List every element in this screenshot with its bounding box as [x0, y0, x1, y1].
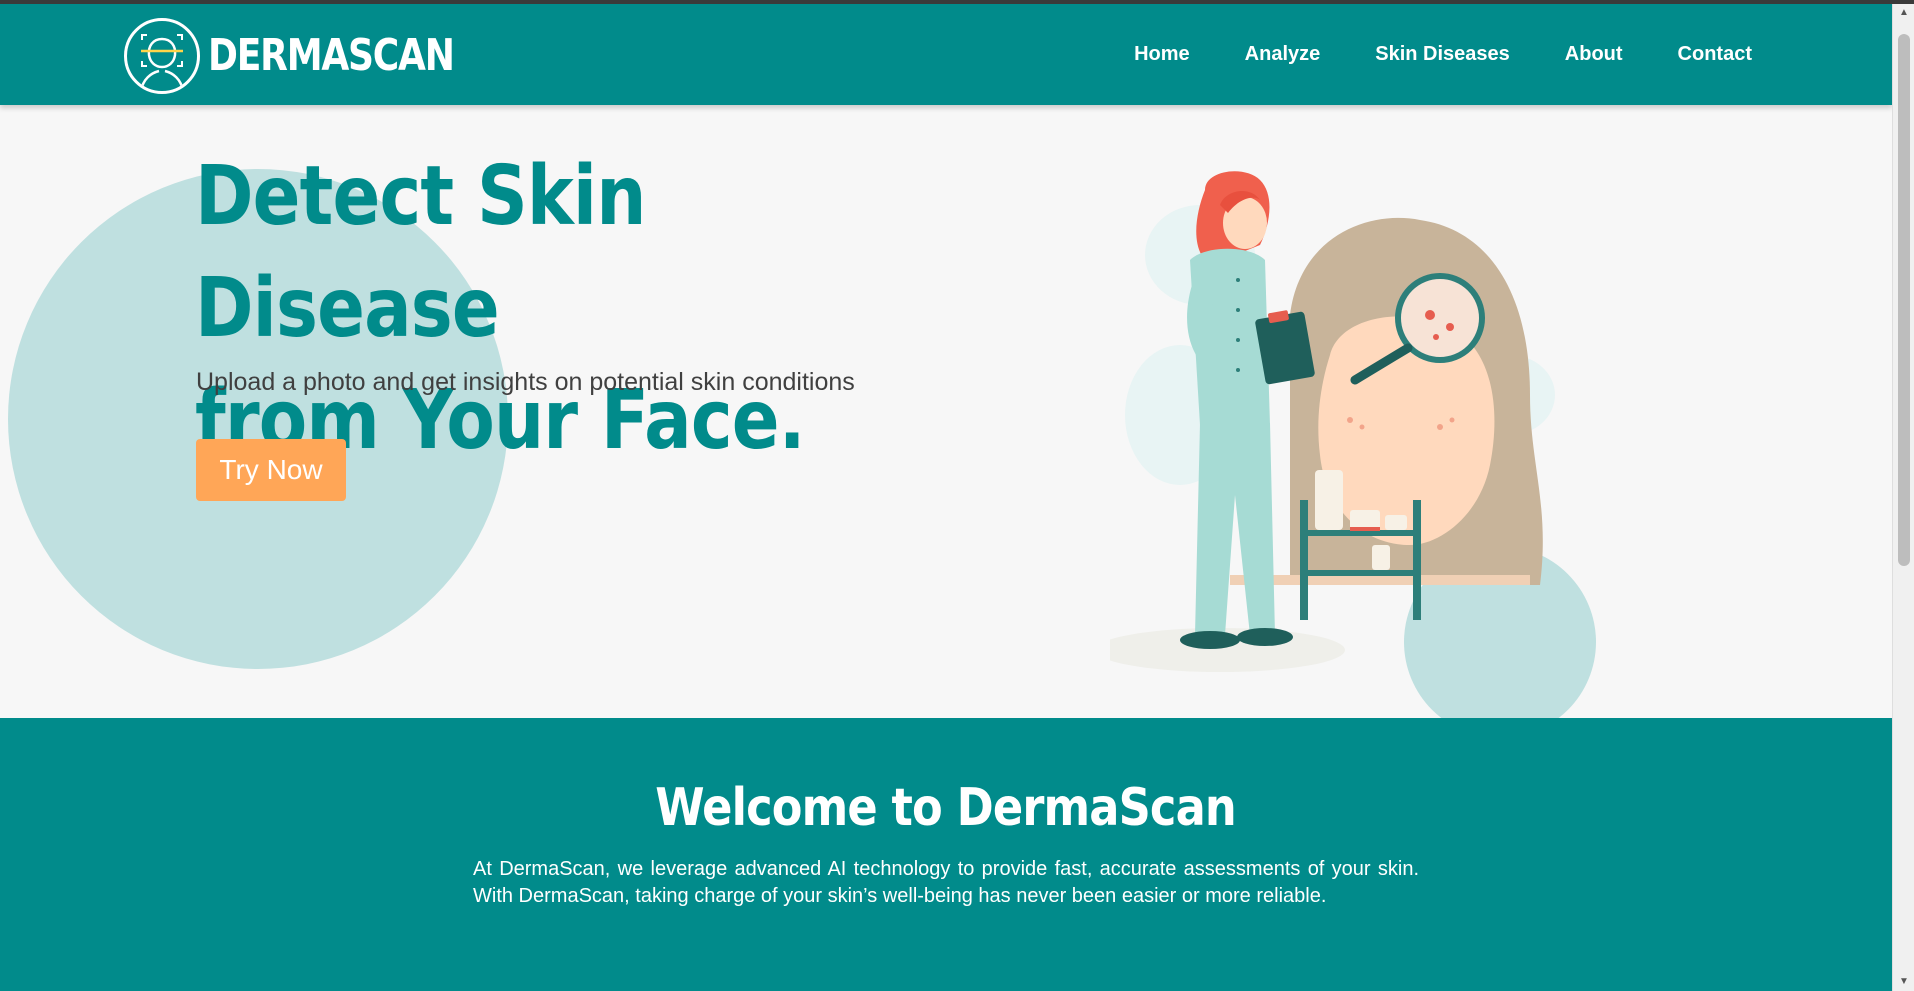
navbar: DERMASCAN Home Analyze Skin Diseases Abo…: [0, 4, 1892, 105]
nav-contact[interactable]: Contact: [1678, 43, 1752, 66]
scroll-down-arrow-icon[interactable]: ▼: [1893, 973, 1914, 991]
nav-skin-diseases[interactable]: Skin Diseases: [1375, 43, 1510, 66]
hero-section: Detect Skin Disease from Your Face. Uplo…: [0, 105, 1892, 718]
welcome-title: Welcome to DermaScan: [0, 778, 1892, 838]
scroll-up-arrow-icon[interactable]: ▲: [1893, 4, 1914, 22]
nav-menu: Home Analyze Skin Diseases About Contact: [1079, 4, 1752, 105]
welcome-section: Welcome to DermaScan At DermaScan, we le…: [0, 718, 1892, 991]
nav-about[interactable]: About: [1565, 43, 1623, 66]
page-viewport: DERMASCAN Home Analyze Skin Diseases Abo…: [0, 4, 1892, 991]
try-now-button[interactable]: Try Now: [196, 439, 346, 501]
nav-analyze[interactable]: Analyze: [1245, 43, 1321, 66]
hero-title-line1: Detect Skin Disease: [195, 149, 646, 356]
browser-window: DERMASCAN Home Analyze Skin Diseases Abo…: [0, 4, 1914, 991]
brand-name: DERMASCAN: [208, 30, 455, 81]
welcome-title-text: Welcome to DermaScan: [655, 778, 1237, 838]
hero-subtitle: Upload a photo and get insights on poten…: [196, 368, 855, 396]
hero-title: Detect Skin Disease from Your Face.: [195, 141, 969, 477]
nav-home[interactable]: Home: [1134, 43, 1190, 66]
welcome-text: At DermaScan, we leverage advanced AI te…: [473, 858, 1419, 907]
face-scan-icon: [124, 18, 200, 94]
dermatologist-illustration: [1095, 165, 1610, 718]
brand[interactable]: DERMASCAN: [124, 18, 508, 94]
scroll-thumb[interactable]: [1898, 34, 1910, 566]
vertical-scrollbar[interactable]: ▲ ▼: [1892, 4, 1914, 991]
